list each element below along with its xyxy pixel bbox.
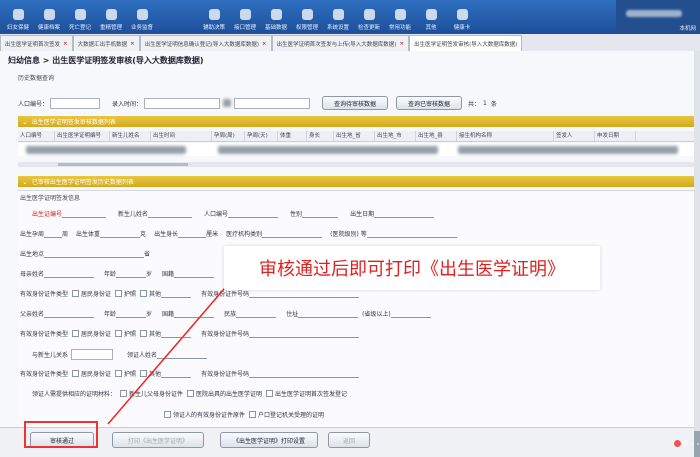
tray-text: 中 ∘ ∘	[682, 441, 700, 448]
system-tray: 中 ∘ ∘	[640, 431, 700, 456]
annotation-arrow	[107, 281, 231, 425]
ime-icon	[673, 440, 681, 447]
annotation-callout: 审核通过后即可打印《出生医学证明》	[224, 246, 600, 290]
